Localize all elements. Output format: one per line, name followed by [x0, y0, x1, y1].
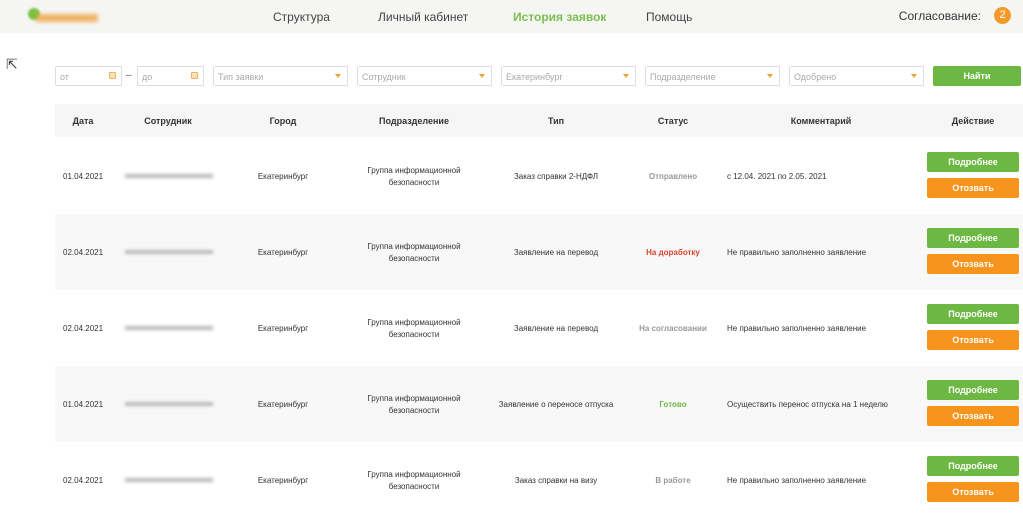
employee-name-blurred: [125, 478, 213, 482]
date-cell: 02.04.2021: [63, 324, 104, 333]
date-cell: 01.04.2021: [63, 172, 104, 181]
approval-label[interactable]: Согласование:: [899, 9, 981, 23]
department-cell-line2: безопасности: [388, 406, 440, 415]
department-cell-line1: Группа информационной: [367, 242, 461, 251]
comment-cell: Не правильно заполненно заявление: [727, 248, 867, 257]
chevron-down-icon: [911, 74, 917, 78]
city-select[interactable]: Екатеринбург: [501, 66, 636, 86]
city-cell: Екатеринбург: [257, 172, 309, 181]
nav-request-history[interactable]: История заявок: [513, 10, 606, 24]
chevron-down-icon: [335, 74, 341, 78]
top-navigation: Структура Личный кабинет История заявок …: [0, 0, 1023, 33]
status-cell: На доработку: [646, 248, 700, 257]
type-cell: Заказ справки на визу: [514, 476, 598, 485]
status-cell: Готово: [659, 400, 687, 409]
date-from-input[interactable]: от: [55, 66, 122, 86]
revoke-button[interactable]: Отозвать: [927, 330, 1019, 350]
table-row: 02.04.2021 Екатеринбург Группа информаци…: [55, 214, 1023, 290]
status-cell: В работе: [655, 476, 691, 485]
employee-placeholder: Сотрудник: [362, 72, 406, 82]
city-cell: Екатеринбург: [257, 400, 309, 409]
column-header-employee: Сотрудник: [144, 116, 192, 126]
department-select[interactable]: Подразделение: [645, 66, 780, 86]
revoke-button[interactable]: Отозвать: [927, 178, 1019, 198]
column-header-type: Тип: [547, 116, 565, 126]
table-row: 01.04.2021 Екатеринбург Группа информаци…: [55, 138, 1023, 214]
revoke-button[interactable]: Отозвать: [927, 406, 1019, 426]
column-header-status: Статус: [657, 116, 689, 126]
employee-name-blurred: [125, 250, 213, 254]
details-button[interactable]: Подробнее: [927, 380, 1019, 400]
column-header-comment: Комментарий: [790, 116, 852, 126]
status-value: Одобрено: [794, 72, 837, 82]
mouse-cursor-icon: ⇱: [6, 56, 18, 72]
table-row: 02.04.2021 Екатеринбург Группа информаци…: [55, 290, 1023, 366]
department-cell-line2: безопасности: [388, 330, 440, 339]
department-cell-line2: безопасности: [388, 254, 440, 263]
date-from-placeholder: от: [60, 72, 69, 82]
logo[interactable]: [28, 8, 100, 24]
chevron-down-icon: [479, 74, 485, 78]
city-cell: Екатеринбург: [257, 476, 309, 485]
city-value: Екатеринбург: [506, 72, 563, 82]
comment-cell: Не правильно заполненно заявление: [727, 324, 867, 333]
details-button[interactable]: Подробнее: [927, 152, 1019, 172]
comment-cell: с 12.04. 2021 по 2.05. 2021: [727, 172, 827, 181]
request-type-placeholder: Тип заявки: [218, 72, 264, 82]
comment-cell: Осуществить перенос отпуска на 1 неделю: [727, 400, 888, 409]
type-cell: Заявление на перевод: [513, 248, 599, 257]
find-button[interactable]: Найти: [933, 66, 1021, 86]
department-cell-line1: Группа информационной: [367, 394, 461, 403]
status-select[interactable]: Одобрено: [789, 66, 924, 86]
calendar-icon[interactable]: [191, 72, 198, 79]
type-cell: Заявление о переносе отпуска: [498, 400, 614, 409]
city-cell: Екатеринбург: [257, 324, 309, 333]
approval-count-badge[interactable]: 2: [994, 7, 1011, 24]
employee-name-blurred: [125, 402, 213, 406]
nav-help[interactable]: Помощь: [646, 10, 692, 24]
table-row: 01.04.2021 Екатеринбург Группа информаци…: [55, 366, 1023, 442]
city-cell: Екатеринбург: [257, 248, 309, 257]
column-header-action: Действие: [951, 116, 995, 126]
employee-select[interactable]: Сотрудник: [357, 66, 492, 86]
column-header-city: Город: [269, 116, 297, 126]
chevron-down-icon: [623, 74, 629, 78]
details-button[interactable]: Подробнее: [927, 228, 1019, 248]
department-cell-line1: Группа информационной: [367, 318, 461, 327]
date-range-dash: –: [126, 70, 132, 81]
status-cell: Отправлено: [648, 172, 698, 181]
column-header-department: Подразделение: [379, 116, 449, 126]
table-header: Дата Сотрудник Город Подразделение Тип С…: [55, 104, 1023, 137]
revoke-button[interactable]: Отозвать: [927, 482, 1019, 502]
department-cell-line1: Группа информационной: [367, 470, 461, 479]
department-cell-line2: безопасности: [388, 178, 440, 187]
employee-name-blurred: [125, 326, 213, 330]
date-to-placeholder: до: [142, 72, 153, 82]
date-cell: 02.04.2021: [63, 476, 104, 485]
chevron-down-icon: [767, 74, 773, 78]
request-type-select[interactable]: Тип заявки: [213, 66, 348, 86]
date-cell: 02.04.2021: [63, 248, 104, 257]
column-header-date: Дата: [72, 116, 94, 126]
details-button[interactable]: Подробнее: [927, 456, 1019, 476]
table-row: 02.04.2021 Екатеринбург Группа информаци…: [55, 442, 1023, 518]
employee-name-blurred: [125, 174, 213, 178]
nav-structure[interactable]: Структура: [273, 10, 330, 24]
nav-personal-account[interactable]: Личный кабинет: [378, 10, 468, 24]
comment-cell: Не правильно заполненно заявление: [727, 476, 867, 485]
details-button[interactable]: Подробнее: [927, 304, 1019, 324]
type-cell: Заказ справки 2-НДФЛ: [513, 172, 599, 181]
department-placeholder: Подразделение: [650, 72, 716, 82]
calendar-icon[interactable]: [109, 72, 116, 79]
type-cell: Заявление на перевод: [513, 324, 599, 333]
revoke-button[interactable]: Отозвать: [927, 254, 1019, 274]
department-cell-line1: Группа информационной: [367, 166, 461, 175]
department-cell-line2: безопасности: [388, 482, 440, 491]
date-to-input[interactable]: до: [137, 66, 204, 86]
status-cell: На согласовании: [639, 324, 707, 333]
date-cell: 01.04.2021: [63, 400, 104, 409]
